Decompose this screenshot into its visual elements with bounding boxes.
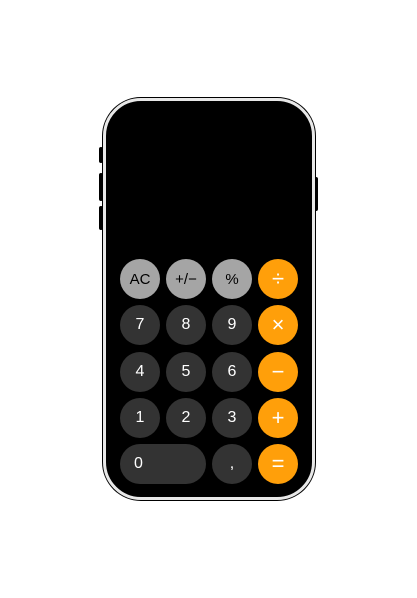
multiply-button[interactable]: × xyxy=(258,305,298,345)
minus-button[interactable]: − xyxy=(258,352,298,392)
digit-2-button[interactable]: 2 xyxy=(166,398,206,438)
digit-6-button[interactable]: 6 xyxy=(212,352,252,392)
digit-3-button[interactable]: 3 xyxy=(212,398,252,438)
digit-8-button[interactable]: 8 xyxy=(166,305,206,345)
calculator-display: 0 xyxy=(367,197,393,249)
decimal-button[interactable]: , xyxy=(212,444,252,484)
digit-4-button[interactable]: 4 xyxy=(120,352,160,392)
clear-button[interactable]: AC xyxy=(120,259,160,299)
digit-1-button[interactable]: 1 xyxy=(120,398,160,438)
sign-toggle-button[interactable]: +/− xyxy=(166,259,206,299)
percent-button[interactable]: % xyxy=(212,259,252,299)
divide-button[interactable]: ÷ xyxy=(258,259,298,299)
digit-7-button[interactable]: 7 xyxy=(120,305,160,345)
plus-button[interactable]: + xyxy=(258,398,298,438)
digit-0-button[interactable]: 0 xyxy=(120,444,206,484)
digit-5-button[interactable]: 5 xyxy=(166,352,206,392)
equals-button[interactable]: = xyxy=(258,444,298,484)
phone-frame xyxy=(103,98,315,500)
digit-9-button[interactable]: 9 xyxy=(212,305,252,345)
